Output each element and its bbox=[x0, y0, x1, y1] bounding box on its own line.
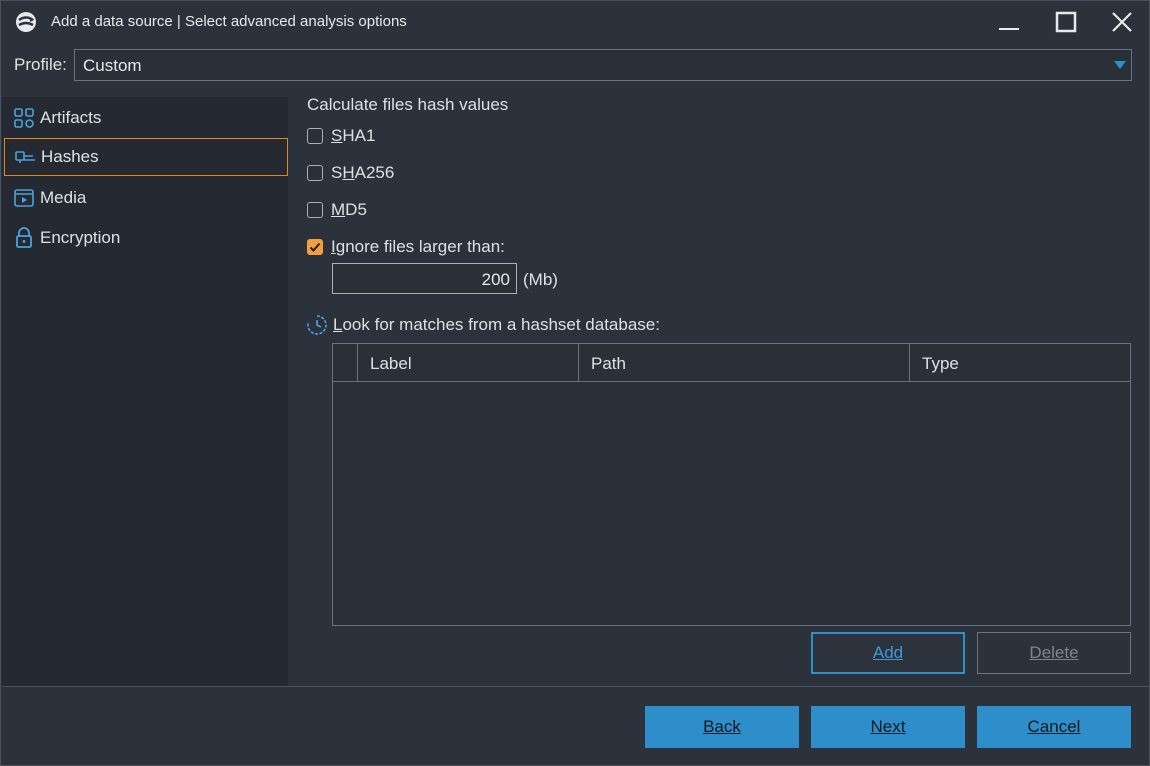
column-header-path[interactable]: Path bbox=[579, 344, 910, 382]
sidebar-item-artifacts[interactable]: Artifacts bbox=[4, 99, 288, 137]
column-header-select[interactable] bbox=[333, 344, 358, 382]
maximize-button[interactable] bbox=[1046, 7, 1086, 37]
ignore-large-files-label: Ignore files larger than: bbox=[331, 237, 505, 256]
sha1-checkbox[interactable] bbox=[307, 128, 323, 144]
sidebar-item-media[interactable]: Media bbox=[4, 179, 288, 217]
minimize-button[interactable] bbox=[989, 7, 1029, 37]
sidebar-item-label: Media bbox=[40, 188, 87, 207]
delete-button[interactable]: Delete bbox=[977, 632, 1131, 674]
artifacts-icon bbox=[13, 107, 35, 129]
md5-label: MD5 bbox=[331, 200, 367, 219]
sha1-option[interactable]: SHA1 bbox=[307, 126, 375, 146]
window-title: Add a data source | Select advanced anal… bbox=[51, 13, 407, 30]
sidebar-item-label: Hashes bbox=[41, 147, 99, 166]
dropdown-arrow-icon bbox=[1114, 61, 1126, 69]
lock-icon bbox=[13, 227, 35, 249]
dialog-window: Add a data source | Select advanced anal… bbox=[0, 0, 1150, 766]
md5-option[interactable]: MD5 bbox=[307, 200, 367, 220]
md5-checkbox[interactable] bbox=[307, 202, 323, 218]
clock-icon bbox=[307, 315, 327, 335]
title-bar: Add a data source | Select advanced anal… bbox=[1, 1, 1149, 43]
media-icon bbox=[13, 187, 35, 209]
cancel-button[interactable]: Cancel bbox=[977, 706, 1131, 748]
app-logo-icon bbox=[15, 11, 37, 33]
sidebar-item-label: Artifacts bbox=[40, 108, 102, 127]
profile-label: Profile: bbox=[14, 55, 67, 74]
sidebar-item-hashes[interactable]: Hashes bbox=[4, 138, 288, 176]
next-button[interactable]: Next bbox=[811, 706, 965, 748]
file-size-limit-input[interactable]: 200 bbox=[332, 263, 517, 294]
sidebar: Artifacts Hashes Media Encryption bbox=[2, 97, 288, 686]
sha256-checkbox[interactable] bbox=[307, 165, 323, 181]
ignore-large-files-option[interactable]: Ignore files larger than: bbox=[307, 237, 505, 257]
sidebar-item-encryption[interactable]: Encryption bbox=[4, 219, 288, 257]
hashes-icon bbox=[14, 146, 36, 168]
ignore-large-files-checkbox[interactable] bbox=[307, 239, 323, 255]
add-button[interactable]: Add bbox=[811, 632, 965, 674]
hashset-heading: Look for matches from a hashset database… bbox=[307, 315, 660, 335]
column-header-type[interactable]: Type bbox=[910, 344, 1130, 382]
sidebar-item-label: Encryption bbox=[40, 228, 121, 247]
table-header: Label Path Type bbox=[333, 344, 1130, 382]
hashset-label: Look for matches from a hashset database… bbox=[333, 315, 660, 334]
profile-value: Custom bbox=[83, 56, 142, 75]
back-button[interactable]: Back bbox=[645, 706, 799, 748]
column-header-label[interactable]: Label bbox=[358, 344, 579, 382]
sha256-label: SHA256 bbox=[331, 163, 395, 182]
checkmark-icon bbox=[309, 242, 321, 252]
sha1-label: SHA1 bbox=[331, 126, 376, 145]
file-size-unit: (Mb) bbox=[523, 270, 558, 289]
section-title: Calculate files hash values bbox=[307, 95, 509, 114]
footer-divider bbox=[2, 686, 1150, 687]
close-button[interactable] bbox=[1102, 7, 1142, 37]
hashset-table[interactable]: Label Path Type bbox=[332, 343, 1131, 626]
sha256-option[interactable]: SHA256 bbox=[307, 163, 394, 183]
profile-dropdown[interactable]: Custom bbox=[74, 49, 1132, 81]
